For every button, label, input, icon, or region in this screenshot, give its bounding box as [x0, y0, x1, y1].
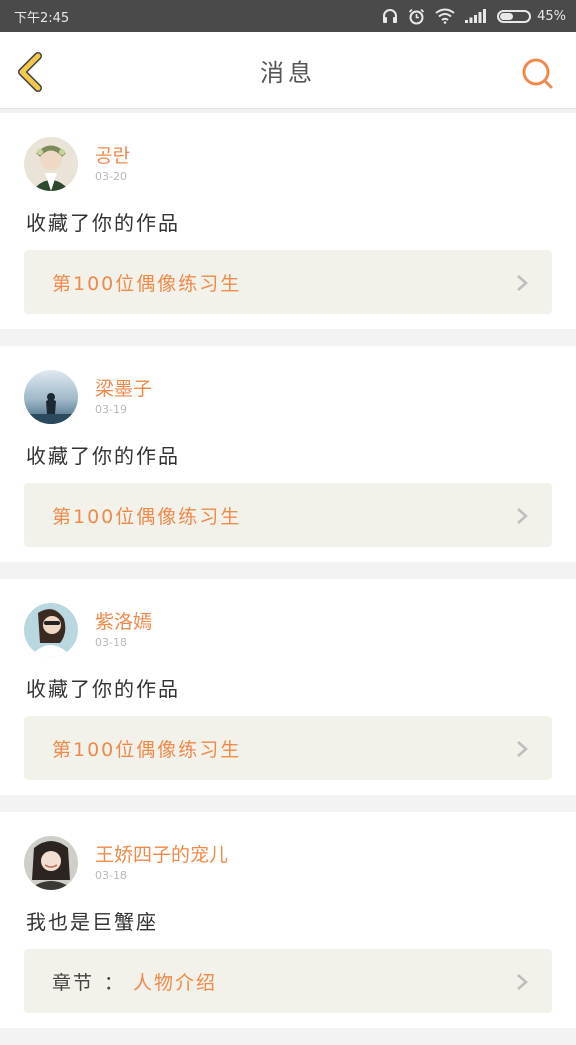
work-link[interactable]: 第100位偶像练习生	[24, 483, 552, 547]
back-button[interactable]	[14, 52, 46, 92]
status-bar: 下午2:45 45%	[0, 0, 576, 32]
status-time: 下午2:45	[14, 10, 70, 26]
user-name[interactable]: 공란	[95, 141, 130, 168]
chapter-separator: ：	[104, 971, 124, 994]
message-list: 공란 03-20 收藏了你的作品 第100位偶像练习生 梁墨子 03-19 收藏…	[0, 113, 576, 1045]
page-title: 消息	[260, 58, 316, 87]
message-card: 王娇四子的宠儿 03-18 我也是巨蟹座 章节 ： 人物介绍	[0, 812, 576, 1028]
chevron-right-icon	[517, 508, 528, 524]
user-name[interactable]: 梁墨子	[95, 374, 152, 401]
search-icon	[522, 58, 553, 89]
header: 消息	[0, 32, 576, 109]
chevron-right-icon	[517, 275, 528, 291]
chevron-right-icon	[517, 741, 528, 757]
user-name[interactable]: 王娇四子的宠儿	[95, 840, 228, 867]
battery-fill	[500, 12, 513, 20]
alarm-icon	[409, 8, 425, 24]
chapter-label: 章节	[52, 971, 95, 994]
work-link[interactable]: 第100位偶像练习生	[24, 716, 552, 780]
work-title: 第100位偶像练习生	[52, 505, 242, 528]
work-title: 人物介绍	[133, 971, 218, 994]
battery: 45%	[497, 9, 566, 24]
user-name[interactable]: 紫洛嫣	[95, 607, 152, 634]
avatar[interactable]	[24, 836, 78, 890]
battery-icon	[497, 9, 532, 23]
message-text: 收藏了你的作品	[26, 211, 180, 235]
message-card: 紫洛嫣 03-18 收藏了你的作品 第100位偶像练习生	[0, 579, 576, 795]
message-card: 梁墨子 03-19 收藏了你的作品 第100位偶像练习生	[0, 346, 576, 562]
avatar[interactable]	[24, 603, 78, 657]
chevron-right-icon	[517, 974, 528, 990]
work-link[interactable]: 第100位偶像练习生	[24, 250, 552, 314]
battery-percent: 45%	[537, 8, 566, 24]
message-card: 공란 03-20 收藏了你的作品 第100位偶像练习生	[0, 113, 576, 329]
message-date: 03-19	[95, 403, 127, 416]
signal-icon	[465, 9, 487, 23]
status-icons: 45%	[382, 8, 566, 25]
message-text: 我也是巨蟹座	[26, 910, 158, 934]
message-text: 收藏了你的作品	[26, 444, 180, 468]
wifi-icon	[435, 8, 455, 24]
headphones-icon	[383, 9, 398, 23]
search-button[interactable]	[520, 56, 554, 90]
work-link[interactable]: 章节 ： 人物介绍	[24, 949, 552, 1013]
message-date: 03-18	[95, 636, 127, 649]
work-title: 第100位偶像练习生	[52, 272, 242, 295]
message-text: 收藏了你的作品	[26, 677, 180, 701]
avatar[interactable]	[24, 137, 78, 191]
message-date: 03-20	[95, 170, 127, 183]
avatar[interactable]	[24, 370, 78, 424]
work-title: 第100位偶像练习生	[52, 738, 242, 761]
message-date: 03-18	[95, 869, 127, 882]
